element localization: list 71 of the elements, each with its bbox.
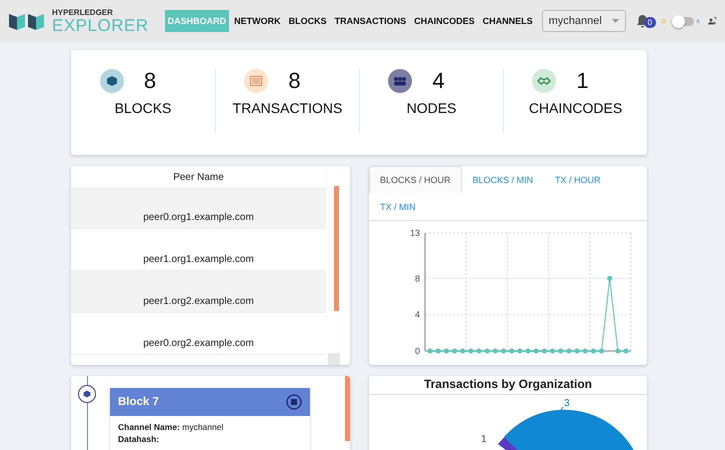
data-point xyxy=(436,348,441,354)
cube-icon xyxy=(100,69,124,93)
theme-toggle[interactable] xyxy=(674,16,694,26)
y-axis-label: 4 xyxy=(414,310,420,320)
data-point xyxy=(509,348,514,354)
pie-label: 1 xyxy=(481,434,487,445)
scrollbar-corner xyxy=(328,353,340,365)
channel-select[interactable]: mychannel xyxy=(542,10,626,32)
block-title: Block 7 xyxy=(118,396,159,408)
caret-icon xyxy=(612,19,619,23)
data-point xyxy=(558,348,564,354)
data-point xyxy=(566,348,572,354)
block-icon xyxy=(286,394,302,410)
data-point xyxy=(582,348,588,354)
y-axis-label: 13 xyxy=(410,228,420,238)
nav-link[interactable]: NETWORK xyxy=(231,10,284,32)
data-point xyxy=(624,348,628,354)
channel-name-text: Channel Name: mychannel xyxy=(117,421,224,432)
data-point xyxy=(526,348,530,354)
cube-icon xyxy=(78,385,96,403)
chart-title: Transactions by Organization xyxy=(369,376,647,395)
table-cell: peer1.org1.example.com xyxy=(71,229,326,271)
stat-label: TRANSACTIONS xyxy=(232,100,342,116)
stat-value: 8 xyxy=(144,68,156,94)
table-cell: peer1.org2.example.com xyxy=(71,271,326,313)
logo-icon xyxy=(8,11,46,31)
data-point xyxy=(501,348,506,354)
pie-label: 3 xyxy=(564,398,570,409)
data-point xyxy=(468,348,474,354)
scrollbar-thumb[interactable] xyxy=(334,186,339,311)
data-point xyxy=(460,348,466,354)
data-point xyxy=(492,348,498,354)
nav-link[interactable]: BLOCKS xyxy=(286,10,330,32)
stat-label: NODES xyxy=(406,100,456,116)
logo-text: EXPLORER xyxy=(52,16,149,34)
stat-value: 1 xyxy=(576,68,589,94)
data-point xyxy=(599,348,604,354)
data-point xyxy=(476,348,482,354)
nav-link[interactable]: TRANSACTIONS xyxy=(332,10,410,32)
table-cell: peer0.org2.example.com xyxy=(71,313,326,355)
y-axis-label: 0 xyxy=(414,346,420,356)
chart-tab[interactable]: BLOCKS / HOUR xyxy=(369,166,462,193)
data-point xyxy=(534,348,539,354)
notification-count: 0 xyxy=(644,17,656,28)
data-point xyxy=(574,348,580,354)
data-point xyxy=(542,348,547,354)
data-point xyxy=(444,348,449,354)
receipt-icon xyxy=(244,69,268,93)
scrollbar-thumb[interactable] xyxy=(345,376,350,441)
data-point xyxy=(517,348,522,354)
table-cell: peer0.org1.example.com xyxy=(71,187,326,229)
data-point xyxy=(452,348,457,354)
data-point xyxy=(550,348,555,354)
stat-value: 8 xyxy=(288,68,301,94)
moon-icon[interactable] xyxy=(696,16,700,26)
stat-value: 4 xyxy=(432,68,445,94)
nav-link[interactable]: CHAINCODES xyxy=(411,10,478,32)
stat-label: CHAINCODES xyxy=(528,100,622,116)
column-header: Peer Name xyxy=(71,166,326,187)
data-point xyxy=(590,348,596,354)
y-axis-label: 8 xyxy=(414,273,420,284)
data-point xyxy=(607,276,612,281)
group-icon xyxy=(388,69,412,93)
sun-icon[interactable] xyxy=(660,16,666,26)
data-point xyxy=(484,348,490,354)
nav-link[interactable]: CHANNELS xyxy=(480,10,536,32)
data-point xyxy=(428,348,432,354)
data-point xyxy=(615,348,620,354)
logo-text: HYPERLEDGER xyxy=(52,8,114,16)
stat-label: BLOCKS xyxy=(114,100,172,116)
datahash-label: Datahash: xyxy=(117,433,160,444)
